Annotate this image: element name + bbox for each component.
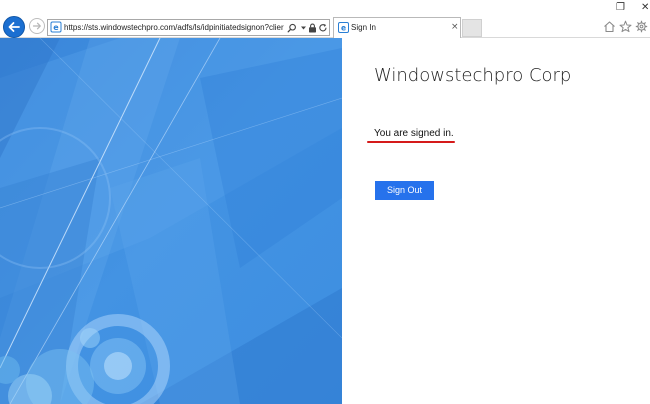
- annotation-underline: [367, 141, 455, 143]
- address-url[interactable]: https://sts.windowstechpro.com/adfs/ls/i…: [64, 21, 284, 35]
- ie-page-icon: e: [50, 21, 62, 33]
- tab-sign-in[interactable]: e Sign In ×: [333, 17, 461, 38]
- svg-text:e: e: [53, 23, 59, 32]
- back-arrow-icon: [8, 22, 20, 32]
- lock-icon[interactable]: [307, 22, 317, 33]
- forward-button[interactable]: [29, 18, 45, 34]
- sign-in-panel: Windowstechpro Corp You are signed in. S…: [342, 38, 650, 404]
- tab-title: Sign In: [351, 23, 376, 32]
- browser-chrome: e https://sts.windowstechpro.com/adfs/ls…: [0, 0, 650, 38]
- settings-gear-icon[interactable]: [635, 20, 648, 33]
- tab-page-icon: e: [338, 22, 349, 33]
- favorites-star-icon[interactable]: [619, 20, 632, 33]
- back-button[interactable]: [3, 16, 25, 38]
- hero-illustration: [0, 38, 342, 404]
- restore-window-icon[interactable]: ❐: [616, 2, 625, 14]
- svg-text:e: e: [341, 24, 346, 33]
- forward-arrow-icon: [32, 22, 41, 30]
- home-icon[interactable]: [603, 20, 616, 33]
- company-name: Windowstechpro Corp: [374, 65, 572, 86]
- status-message: You are signed in.: [374, 128, 454, 139]
- new-tab-button[interactable]: [462, 19, 482, 37]
- search-icon[interactable]: [287, 22, 297, 33]
- sign-out-button[interactable]: Sign Out: [375, 181, 434, 200]
- tab-close-icon[interactable]: ×: [451, 21, 459, 33]
- address-bar[interactable]: e https://sts.windowstechpro.com/adfs/ls…: [47, 19, 330, 36]
- refresh-icon[interactable]: [318, 22, 328, 33]
- close-window-icon[interactable]: ✕: [641, 2, 649, 14]
